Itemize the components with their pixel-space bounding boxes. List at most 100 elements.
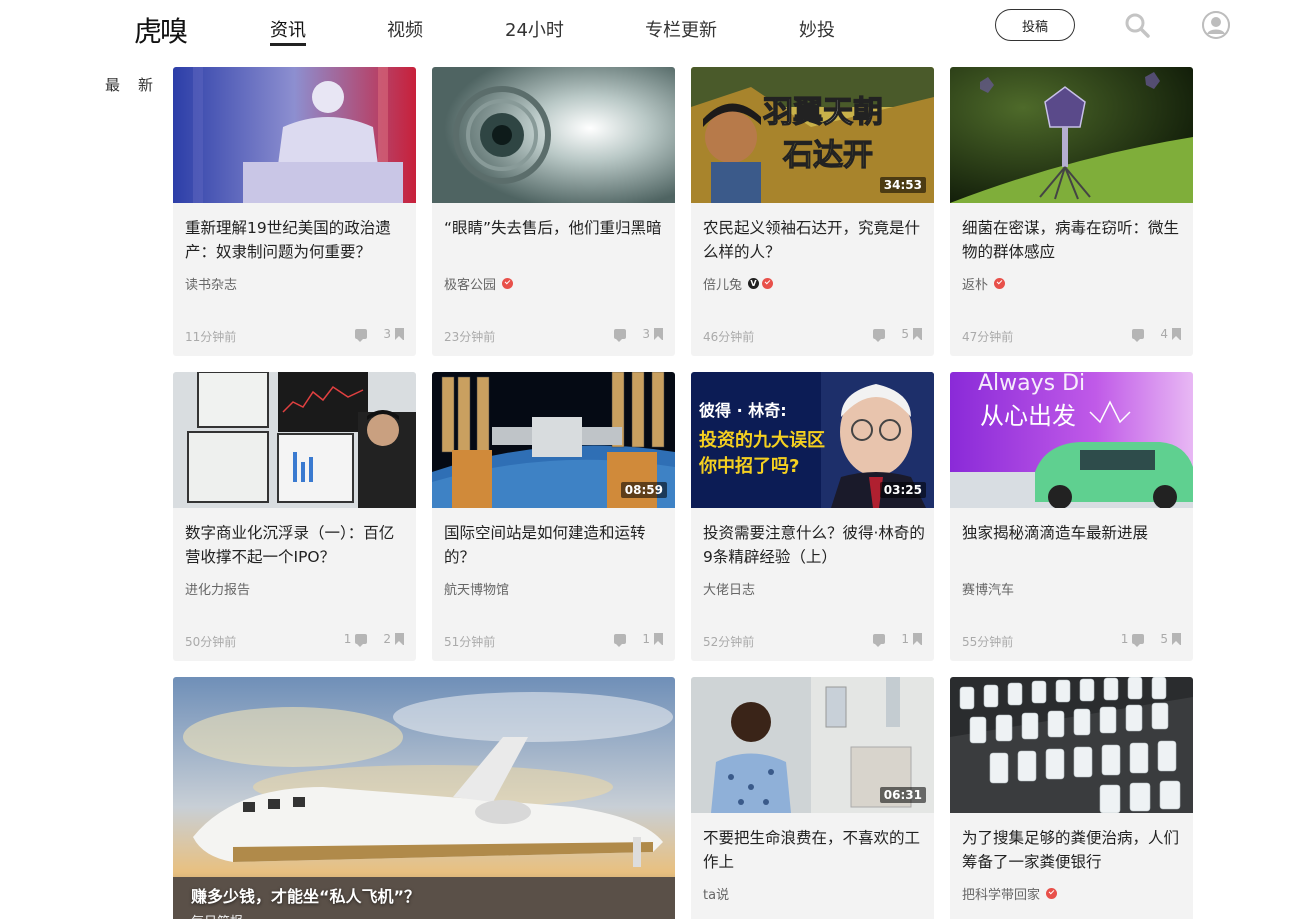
article-thumbnail: [950, 677, 1193, 813]
bookmark-icon: [654, 633, 663, 645]
article-author[interactable]: 返朴: [962, 274, 1006, 293]
article-author[interactable]: 进化力报告: [185, 579, 250, 598]
author-name[interactable]: 返朴: [962, 274, 988, 293]
author-name[interactable]: 赛博汽车: [962, 579, 1014, 598]
thumb-text-2: 投资的九大误区: [699, 429, 825, 451]
article-stats: 5: [853, 327, 922, 342]
author-name[interactable]: 倍儿兔: [703, 274, 742, 293]
bookmark-stat[interactable]: 2: [383, 632, 404, 646]
article-card[interactable]: 重新理解19世纪美国的政治遗产：奴隶制问题为何重要？ 读书杂志 11分钟前 3: [173, 67, 416, 356]
article-title[interactable]: 重新理解19世纪美国的政治遗产：奴隶制问题为何重要？: [185, 216, 407, 264]
article-author[interactable]: 航天博物馆: [444, 579, 509, 598]
article-card[interactable]: 彼得 · 林奇: 投资的九大误区 你中招了吗? 03:25 投资需要注意什么？彼…: [691, 372, 934, 661]
nav-item-miaotou[interactable]: 妙投: [799, 16, 835, 42]
article-title[interactable]: 数字商业化沉浮录（一）：百亿营收撑不起一个IPO？: [185, 521, 407, 569]
video-duration: 06:31: [879, 787, 926, 803]
comment-icon: [355, 634, 368, 647]
comment-icon: [1132, 329, 1145, 342]
site-logo[interactable]: 虎嗅: [134, 10, 188, 50]
bookmark-icon: [1172, 328, 1181, 340]
article-thumbnail: Always Di 从心出发: [950, 372, 1193, 508]
author-name[interactable]: 进化力报告: [185, 579, 250, 598]
bookmark-count: 5: [901, 327, 909, 341]
article-title[interactable]: 投资需要注意什么？彼得·林奇的9条精辟经验（上）: [703, 521, 925, 569]
article-card[interactable]: 数字商业化沉浮录（一）：百亿营收撑不起一个IPO？ 进化力报告 50分钟前 1 …: [173, 372, 416, 661]
bookmark-stat[interactable]: 3: [383, 327, 404, 341]
article-stats: 3: [594, 327, 663, 342]
comment-stat[interactable]: 1: [344, 632, 368, 647]
article-title[interactable]: 不要把生命浪费在，不喜欢的工作上: [703, 826, 925, 874]
article-title[interactable]: “眼睛”失去售后，他们重归黑暗: [444, 216, 666, 240]
author-name[interactable]: ta说: [703, 884, 729, 903]
article-stats: 1: [853, 632, 922, 647]
thumb-text-1: 彼得 · 林奇:: [699, 401, 787, 420]
bookmark-stat[interactable]: 5: [1160, 632, 1181, 646]
thumb-text-2: 从心出发: [980, 402, 1076, 430]
article-stats: 3: [335, 327, 404, 342]
article-card[interactable]: 06:31 不要把生命浪费在，不喜欢的工作上 ta说: [691, 677, 934, 919]
avatar[interactable]: [1202, 11, 1230, 39]
featured-article-author[interactable]: 每日简报: [191, 911, 243, 919]
article-card[interactable]: 08:59 国际空间站是如何建造和运转的？ 航天博物馆 51分钟前 1: [432, 372, 675, 661]
featured-article-card[interactable]: 赚多少钱，才能坐“私人飞机”？ 每日简报: [173, 677, 675, 919]
article-author[interactable]: 极客公园: [444, 274, 514, 293]
article-title[interactable]: 国际空间站是如何建造和运转的？: [444, 521, 666, 569]
nav-item-24h[interactable]: 24小时: [505, 16, 564, 42]
article-stats: 1 5: [1105, 632, 1181, 647]
article-author[interactable]: 把科学带回家: [962, 884, 1058, 903]
article-card[interactable]: 为了搜集足够的粪便治病，人们筹备了一家粪便银行 把科学带回家: [950, 677, 1193, 919]
bookmark-count: 2: [383, 632, 391, 646]
comment-icon: [873, 329, 886, 342]
comment-stat[interactable]: [1128, 329, 1145, 342]
bookmark-stat[interactable]: 5: [901, 327, 922, 341]
article-card[interactable]: 羽翼天朝 石达开 34:53 农民起义领袖石达开，究竟是什么样的人？ 倍儿兔 V …: [691, 67, 934, 356]
article-card[interactable]: 细菌在密谋，病毒在窃听：微生物的群体感应 返朴 47分钟前 4: [950, 67, 1193, 356]
bookmark-stat[interactable]: 4: [1160, 327, 1181, 341]
comment-stat[interactable]: 1: [1120, 632, 1145, 647]
bookmark-icon: [913, 633, 922, 645]
verified-icon: [994, 278, 1006, 289]
article-title[interactable]: 农民起义领袖石达开，究竟是什么样的人？: [703, 216, 925, 264]
article-stats: 1 2: [328, 632, 404, 647]
article-title[interactable]: 独家揭秘滴滴造车最新进展: [962, 521, 1184, 545]
video-duration: 08:59: [620, 482, 667, 498]
bookmark-count: 3: [642, 327, 650, 341]
nav-item-column[interactable]: 专栏更新: [645, 16, 717, 42]
bookmark-stat[interactable]: 1: [901, 632, 922, 646]
bookmark-stat[interactable]: 1: [642, 632, 663, 646]
comment-stat[interactable]: [869, 634, 886, 647]
nav-item-video[interactable]: 视频: [387, 16, 423, 42]
thumb-text-2: 石达开: [782, 138, 873, 173]
thumb-text-1: 羽翼天朝: [763, 95, 883, 130]
nav-item-news[interactable]: 资讯: [270, 16, 306, 46]
author-name[interactable]: 航天博物馆: [444, 579, 509, 598]
article-thumbnail: [173, 372, 416, 508]
article-author[interactable]: 倍儿兔 V: [703, 274, 774, 293]
article-title[interactable]: 细菌在密谋，病毒在窃听：微生物的群体感应: [962, 216, 1184, 264]
article-card[interactable]: Always Di 从心出发 独家揭秘滴滴造车最新进展 赛博汽车 55分钟前 1…: [950, 372, 1193, 661]
comment-stat[interactable]: [351, 329, 368, 342]
contribute-button[interactable]: 投稿: [995, 9, 1075, 41]
comment-icon: [614, 329, 627, 342]
comment-stat[interactable]: [869, 329, 886, 342]
author-name[interactable]: 极客公园: [444, 274, 496, 293]
video-thumbnail: 06:31: [691, 677, 934, 813]
featured-article-title[interactable]: 赚多少钱，才能坐“私人飞机”？: [191, 883, 420, 907]
bookmark-icon: [913, 328, 922, 340]
article-title[interactable]: 为了搜集足够的粪便治病，人们筹备了一家粪便银行: [962, 826, 1184, 874]
comment-stat[interactable]: [610, 634, 627, 647]
bookmark-stat[interactable]: 3: [642, 327, 663, 341]
search-icon[interactable]: [1124, 12, 1150, 38]
article-author[interactable]: 赛博汽车: [962, 579, 1014, 598]
article-author[interactable]: ta说: [703, 884, 729, 903]
comment-count: 1: [1120, 632, 1129, 646]
verified-icon: [1046, 888, 1058, 899]
article-author[interactable]: 读书杂志: [185, 274, 237, 293]
author-name[interactable]: 把科学带回家: [962, 884, 1040, 903]
article-time: 47分钟前: [962, 330, 1014, 344]
article-author[interactable]: 大佬日志: [703, 579, 755, 598]
author-name[interactable]: 读书杂志: [185, 274, 237, 293]
author-name[interactable]: 大佬日志: [703, 579, 755, 598]
comment-stat[interactable]: [610, 329, 627, 342]
article-card[interactable]: “眼睛”失去售后，他们重归黑暗 极客公园 23分钟前 3: [432, 67, 675, 356]
